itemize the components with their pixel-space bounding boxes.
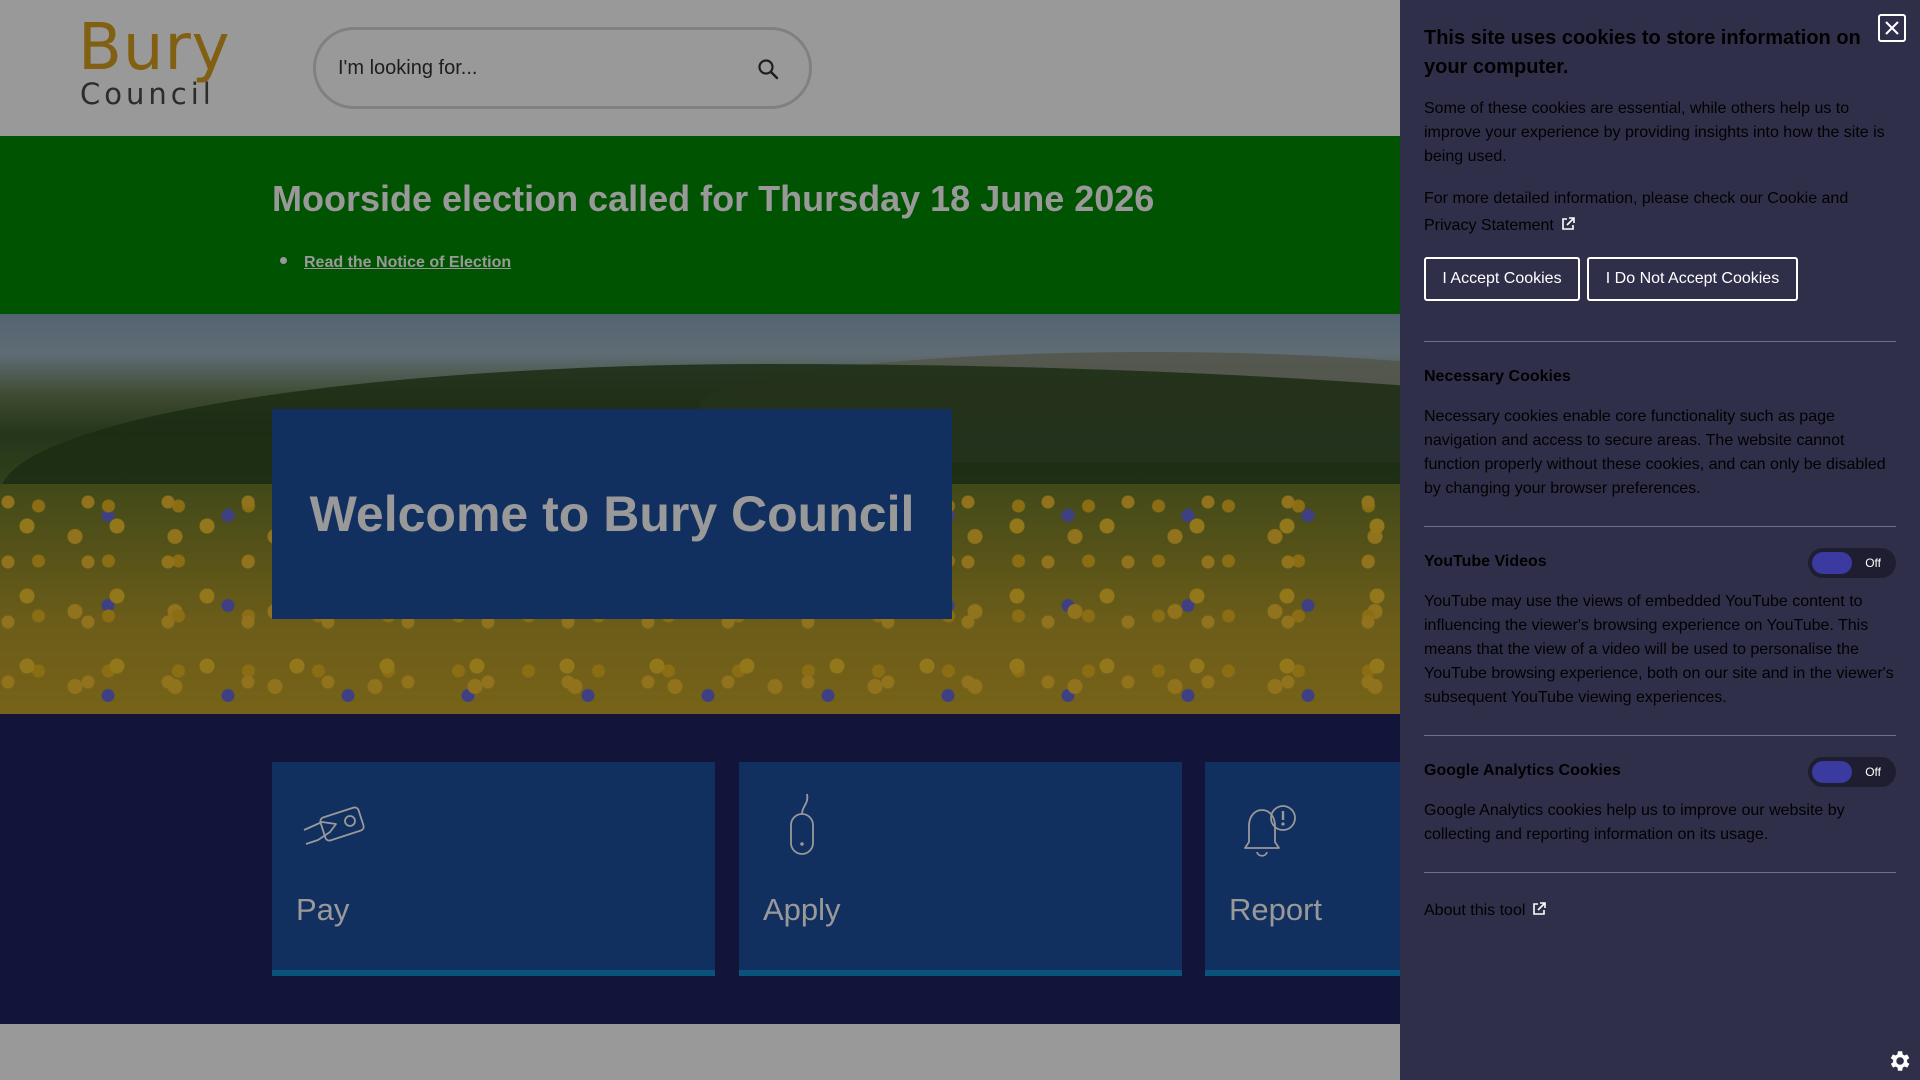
- divider: [1424, 735, 1896, 736]
- search-button[interactable]: [745, 46, 791, 92]
- about-this-tool-text[interactable]: About this tool: [1424, 902, 1525, 919]
- cookie-settings-button[interactable]: [1840, 1000, 1920, 1080]
- cookie-more-info[interactable]: For more detailed information, please ch…: [1424, 185, 1896, 239]
- welcome-box: Welcome to Bury Council: [272, 409, 952, 619]
- analytics-cookies-toggle[interactable]: Off: [1808, 757, 1896, 787]
- logo-text-bury: Bury: [78, 11, 231, 85]
- youtube-cookies-text: YouTube may use the views of embedded Yo…: [1424, 593, 1894, 706]
- bell-alert-icon: [1244, 805, 1296, 857]
- mouse-icon: [790, 793, 814, 855]
- cookie-more-info-text[interactable]: For more detailed information, please ch…: [1424, 190, 1848, 234]
- bury-council-logo[interactable]: Bury Council: [78, 16, 243, 114]
- analytics-toggle-state: Off: [1865, 765, 1881, 779]
- bullet-point: [280, 257, 287, 264]
- youtube-cookies-title: YouTube Videos: [1424, 553, 1547, 570]
- analytics-cookies-text: Google Analytics cookies help us to impr…: [1424, 802, 1845, 843]
- welcome-title: Welcome to Bury Council: [309, 486, 915, 542]
- divider: [1424, 526, 1896, 527]
- card-payment-icon: [303, 806, 365, 845]
- analytics-cookies-title: Google Analytics Cookies: [1424, 762, 1621, 779]
- close-cookie-panel-button[interactable]: [1878, 14, 1906, 42]
- external-link-icon: [1562, 217, 1575, 230]
- accept-cookies-button[interactable]: I Accept Cookies: [1424, 257, 1580, 301]
- tile-apply[interactable]: Apply: [739, 762, 1182, 976]
- necessary-cookies-text: Necessary cookies enable core functional…: [1424, 408, 1886, 497]
- necessary-cookies-title: Necessary Cookies: [1424, 368, 1571, 385]
- close-icon: [1885, 21, 1899, 35]
- cookie-intro-text: Some of these cookies are essential, whi…: [1424, 100, 1885, 165]
- toggle-knob: [1812, 552, 1852, 574]
- tile-report-label: Report: [1229, 892, 1323, 927]
- search-box: [313, 27, 812, 109]
- divider: [1424, 341, 1896, 342]
- youtube-cookies-toggle[interactable]: Off: [1808, 548, 1896, 578]
- notice-of-election-link[interactable]: Read the Notice of Election: [304, 254, 511, 272]
- logo-text-council: Council: [80, 77, 215, 111]
- reject-cookies-button[interactable]: I Do Not Accept Cookies: [1587, 257, 1798, 301]
- youtube-toggle-state: Off: [1865, 556, 1881, 570]
- toggle-knob: [1812, 761, 1852, 783]
- search-input[interactable]: [338, 48, 718, 88]
- about-this-tool-link[interactable]: About this tool: [1424, 901, 1547, 920]
- tile-apply-label: Apply: [763, 892, 841, 927]
- divider: [1424, 872, 1896, 873]
- tile-pay[interactable]: Pay: [272, 762, 715, 976]
- external-link-icon: [1533, 902, 1547, 915]
- search-icon: [758, 59, 779, 80]
- gear-icon: [1890, 1051, 1910, 1071]
- cookie-panel-title: This site uses cookies to store informat…: [1424, 27, 1861, 78]
- banner-title: Moorside election called for Thursday 18…: [272, 178, 1155, 219]
- tile-pay-label: Pay: [296, 892, 350, 927]
